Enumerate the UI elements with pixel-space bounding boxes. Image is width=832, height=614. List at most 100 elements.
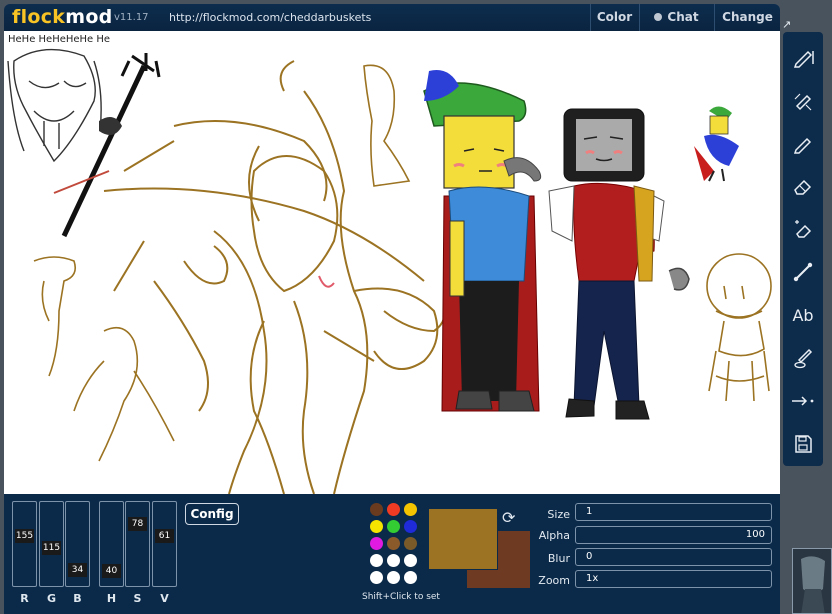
- soft-eraser-tool[interactable]: [788, 214, 818, 244]
- version-label: v11.17: [114, 12, 149, 23]
- primary-color-swatch[interactable]: [428, 508, 498, 570]
- palette-swatch[interactable]: [387, 554, 400, 567]
- color-menu-label: Color: [596, 10, 633, 24]
- sketch-accent: [318, 275, 335, 288]
- character-flying: [694, 106, 739, 182]
- logo: flockmod: [12, 6, 113, 28]
- red-slider[interactable]: 155: [12, 501, 37, 587]
- green-slider-value[interactable]: 115: [42, 540, 61, 555]
- save-icon: [795, 435, 812, 453]
- hue-slider[interactable]: 40: [99, 501, 124, 587]
- palette-swatch[interactable]: [370, 520, 383, 533]
- alpha-field[interactable]: 100: [575, 526, 772, 544]
- sketch-round-figure: [706, 253, 772, 402]
- eraser-icon: [794, 179, 812, 195]
- palette-swatch[interactable]: [404, 537, 417, 550]
- palette-swatch[interactable]: [404, 571, 417, 584]
- sketch-mask-figure: [7, 48, 102, 163]
- swap-colors-icon[interactable]: ⟳: [502, 508, 515, 527]
- sketch-trident: [53, 53, 161, 238]
- blur-label: Blur: [547, 552, 570, 565]
- drawing-canvas[interactable]: HeHe HeHeHeHe He: [4, 31, 780, 494]
- transform-icon: [792, 396, 814, 406]
- blur-field[interactable]: 0: [575, 548, 772, 566]
- canvas-artwork: HeHe HeHeHeHe He: [7, 34, 772, 494]
- color-menu-button[interactable]: Color: [590, 4, 638, 31]
- change-menu-button[interactable]: Change: [714, 4, 780, 31]
- room-url: http://flockmod.com/cheddarbuskets: [169, 11, 372, 24]
- chat-menu-label: Chat: [667, 10, 699, 24]
- change-menu-label: Change: [722, 10, 773, 24]
- palette-swatch[interactable]: [404, 503, 417, 516]
- hue-slider-label: H: [106, 592, 117, 605]
- saturation-slider-label: S: [133, 592, 142, 605]
- palette-swatch[interactable]: [370, 503, 383, 516]
- config-button[interactable]: Config: [185, 503, 239, 525]
- brush-icon: [794, 93, 812, 111]
- line-icon: [793, 262, 813, 282]
- text-tool[interactable]: Ab: [788, 300, 818, 330]
- chat-status-icon: [654, 13, 663, 21]
- flockmod-app: flockmod v11.17 http://flockmod.com/ched…: [0, 0, 832, 614]
- palette-swatch[interactable]: [370, 571, 383, 584]
- palette-swatch[interactable]: [404, 520, 417, 533]
- saturation-slider-value[interactable]: 78: [128, 517, 147, 532]
- save-tool[interactable]: [788, 429, 818, 459]
- scribble-text: HeHe HeHeHeHe He: [8, 34, 110, 45]
- palette-swatch[interactable]: [387, 537, 400, 550]
- blur-value: 0: [586, 551, 593, 562]
- palette-swatch[interactable]: [387, 520, 400, 533]
- sketch-small-figures: [33, 64, 411, 462]
- pen-icon: [793, 137, 812, 154]
- eyedropper-tool[interactable]: [788, 343, 818, 373]
- zoom-field[interactable]: 1x: [575, 570, 772, 588]
- palette-swatch[interactable]: [404, 554, 417, 567]
- value-slider-label: V: [160, 592, 169, 605]
- bottom-panel: 155 R 115 G 34 B 40 H 78 S 61 V Config S…: [4, 494, 780, 614]
- transform-tool[interactable]: [788, 386, 818, 416]
- avatar-image: [793, 549, 831, 613]
- logo-part1: flock: [12, 6, 66, 28]
- palette-swatch[interactable]: [387, 503, 400, 516]
- size-value: 1: [586, 506, 593, 517]
- chat-menu-button[interactable]: Chat: [639, 4, 713, 31]
- brush-tool[interactable]: [788, 85, 818, 115]
- pencil-tool[interactable]: [788, 42, 818, 72]
- red-slider-value[interactable]: 155: [15, 529, 34, 544]
- green-slider[interactable]: 115: [39, 501, 64, 587]
- blue-slider-label: B: [73, 592, 82, 605]
- alpha-label: Alpha: [538, 529, 570, 542]
- palette-swatch[interactable]: [387, 571, 400, 584]
- soft-eraser-icon: [795, 220, 812, 238]
- character-girl: [548, 108, 690, 420]
- sketch-warrior: [103, 60, 447, 494]
- saturation-slider[interactable]: 78: [125, 501, 150, 587]
- eyedropper-icon: [794, 348, 813, 369]
- pencil-icon: [793, 50, 814, 68]
- expand-icon[interactable]: ↗: [782, 18, 791, 31]
- hue-slider-value[interactable]: 40: [102, 564, 121, 579]
- blue-slider-value[interactable]: 34: [68, 562, 87, 577]
- tool-sidebar: Ab: [783, 32, 823, 466]
- text-icon: Ab: [792, 305, 814, 325]
- top-bar: flockmod v11.17 http://flockmod.com/ched…: [4, 4, 780, 31]
- value-slider[interactable]: 61: [152, 501, 177, 587]
- zoom-label: Zoom: [538, 574, 570, 587]
- blue-slider[interactable]: 34: [65, 501, 90, 587]
- palette-hint: Shift+Click to set: [362, 592, 440, 602]
- value-slider-value[interactable]: 61: [155, 529, 174, 544]
- red-slider-label: R: [20, 592, 29, 605]
- logo-part2: mod: [65, 6, 113, 28]
- pen-tool[interactable]: [788, 128, 818, 158]
- alpha-value: 100: [745, 529, 765, 540]
- user-avatar-thumbnail[interactable]: [792, 548, 832, 614]
- palette-swatch[interactable]: [370, 537, 383, 550]
- size-field[interactable]: 1: [575, 503, 772, 521]
- line-tool[interactable]: [788, 257, 818, 287]
- eraser-tool[interactable]: [788, 171, 818, 201]
- palette-swatch[interactable]: [370, 554, 383, 567]
- zoom-value: 1x: [586, 573, 599, 584]
- size-label: Size: [547, 508, 570, 521]
- character-boy: [423, 70, 542, 412]
- green-slider-label: G: [46, 592, 57, 605]
